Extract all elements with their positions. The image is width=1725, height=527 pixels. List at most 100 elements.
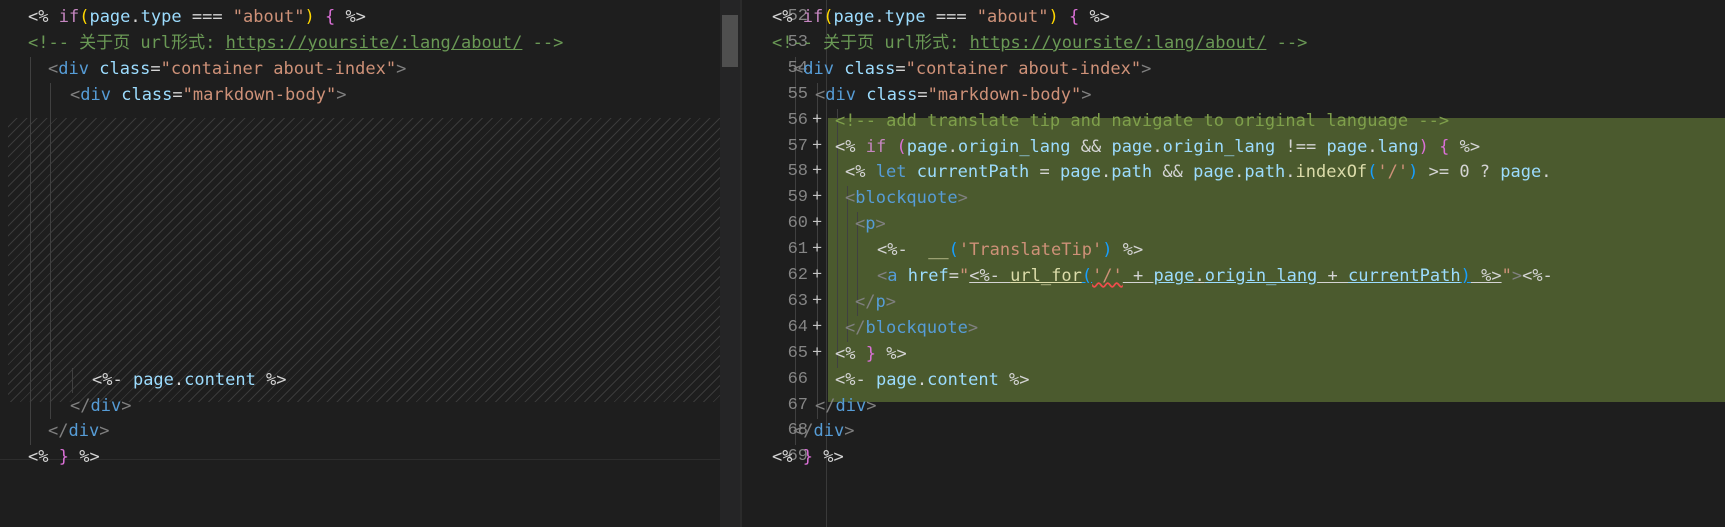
code-token: <%- — [835, 369, 876, 390]
code-line[interactable]: <div class="container about-index"> — [0, 55, 720, 83]
code-token: </ — [70, 395, 91, 416]
code-line[interactable]: <% } %> — [0, 443, 720, 471]
code-token: page — [1153, 266, 1195, 286]
code-token: { — [324, 7, 336, 27]
code-token: __ — [928, 240, 949, 261]
code-token: --> — [1266, 32, 1308, 53]
code-token: %> — [1079, 7, 1110, 27]
code-token: < — [48, 58, 59, 79]
code-text: <% if(page.type === "about") { %> — [28, 3, 366, 31]
code-token: class — [121, 84, 173, 105]
code-line[interactable]: 63 + </p> — [742, 288, 1725, 316]
code-token: = — [172, 84, 183, 105]
code-token: ) — [1048, 7, 1059, 27]
code-token: div — [58, 58, 89, 79]
code-token: content — [184, 369, 256, 390]
code-line[interactable]: 56 + <!-- add translate tip and navigate t… — [742, 107, 1725, 135]
code-token: { — [1439, 136, 1450, 157]
code-token: div — [803, 58, 834, 79]
code-token: } — [865, 343, 876, 364]
code-token: indexOf — [1295, 162, 1368, 183]
code-token: " — [958, 266, 970, 286]
modified-pane[interactable]: 52 <% if(page.type === "about") { %> 53 <!-… — [742, 0, 1725, 527]
code-line[interactable]: 60 + <p> — [742, 210, 1725, 238]
left-scrollbar-thumb[interactable] — [722, 15, 738, 67]
code-line[interactable]: 59 + <blockquote> — [742, 184, 1725, 212]
code-token: "container about-index" — [905, 58, 1142, 79]
code-text: <div class="markdown-body"> — [815, 81, 1091, 109]
code-line[interactable]: 58 + <% let currentPath = page.path && pag… — [742, 158, 1725, 186]
added-line-marker: + — [812, 266, 823, 285]
code-token: !== — [1275, 136, 1327, 157]
code-line[interactable]: 61 + <%- __('TranslateTip') %> — [742, 236, 1725, 264]
code-token: >= 0 ? — [1418, 162, 1501, 183]
code-token: < — [845, 188, 856, 209]
code-token: type — [140, 7, 182, 27]
added-line-marker: + — [812, 291, 823, 311]
diff-editor: <% if(page.type === "about") { %> <!-- 关于… — [0, 0, 1725, 527]
added-line-marker: + — [812, 188, 823, 208]
code-token: div — [813, 421, 845, 442]
code-line[interactable]: 66 <%- page.content %> — [742, 366, 1725, 394]
code-token: currentPath — [1348, 266, 1461, 286]
line-number: 62 — [787, 266, 808, 285]
code-line[interactable]: 62 + <a href="<%- url_for('/' + page.origi… — [742, 262, 1725, 290]
code-token: > — [121, 395, 132, 416]
code-line[interactable]: </div> — [0, 392, 720, 420]
code-line[interactable]: 68 </div> — [742, 417, 1725, 445]
code-line[interactable]: </div> — [0, 417, 720, 445]
code-token: ( — [1367, 162, 1378, 183]
left-scrollbar[interactable] — [720, 0, 740, 527]
code-token: ) — [304, 7, 315, 27]
code-line[interactable]: 55 <div class="markdown-body"> — [742, 81, 1725, 109]
code-token: div — [90, 395, 122, 416]
code-line[interactable]: 52 <% if(page.type === "about") { %> — [742, 3, 1725, 31]
code-token: > — [866, 395, 877, 416]
code-token: . — [874, 7, 885, 27]
code-token: %> — [998, 369, 1030, 390]
code-token: --> — [522, 32, 564, 53]
code-line[interactable]: 57 + <% if (page.origin_lang && page.origi… — [742, 133, 1725, 161]
code-token: '/' — [1092, 266, 1123, 286]
code-line[interactable]: <%- page.content %> — [0, 366, 720, 394]
code-token: > — [967, 317, 979, 338]
line-number: 67 — [787, 395, 808, 415]
code-line[interactable]: <% if(page.type === "about") { %> — [0, 3, 720, 31]
code-token: ) — [1408, 162, 1419, 183]
code-token: ( — [823, 7, 834, 27]
code-line[interactable]: 53 <!-- 关于页 url形式: https://yoursite/:lang… — [742, 29, 1725, 57]
original-pane[interactable]: <% if(page.type === "about") { %> <!-- 关于… — [0, 0, 740, 527]
code-token: origin_lang — [1162, 136, 1276, 157]
code-line[interactable]: <div class="markdown-body"> — [0, 81, 720, 109]
code-token: page — [1111, 136, 1153, 157]
code-token: > — [957, 188, 968, 209]
code-token: } — [802, 447, 813, 468]
code-line[interactable]: 54 <div class="container about-index"> — [742, 55, 1725, 83]
line-number: 60 — [787, 214, 808, 234]
code-token: '/' — [1377, 162, 1409, 183]
code-token: > — [1511, 266, 1523, 286]
code-text: <%- __('TranslateTip') %> — [877, 236, 1143, 264]
code-token: class — [866, 84, 918, 105]
code-token: origin_lang — [1204, 266, 1318, 286]
code-token: p — [875, 291, 886, 312]
code-token: "markdown-body" — [182, 84, 337, 105]
code-token: <% — [28, 447, 59, 468]
code-token: <!-- 关于页 url形式: — [28, 32, 226, 53]
code-text: <!-- 关于页 url形式: https://yoursite/:lang/a… — [772, 29, 1307, 57]
code-token: <!-- 关于页 url形式: — [772, 32, 970, 53]
code-text: </div> — [48, 417, 109, 445]
code-token: p — [865, 214, 876, 235]
code-line[interactable]: 65 + <% } %> — [742, 340, 1725, 368]
code-token: > — [844, 421, 855, 442]
code-token: . — [1152, 136, 1163, 157]
code-line[interactable]: 67 </div> — [742, 392, 1725, 420]
code-line[interactable]: 64 + </blockquote> — [742, 314, 1725, 342]
code-line[interactable]: 69 <% } %> — [742, 443, 1725, 471]
code-line[interactable]: <!-- 关于页 url形式: https://yoursite/:lang/a… — [0, 29, 720, 57]
code-token: origin_lang — [957, 136, 1071, 157]
code-token: page — [1193, 162, 1235, 183]
